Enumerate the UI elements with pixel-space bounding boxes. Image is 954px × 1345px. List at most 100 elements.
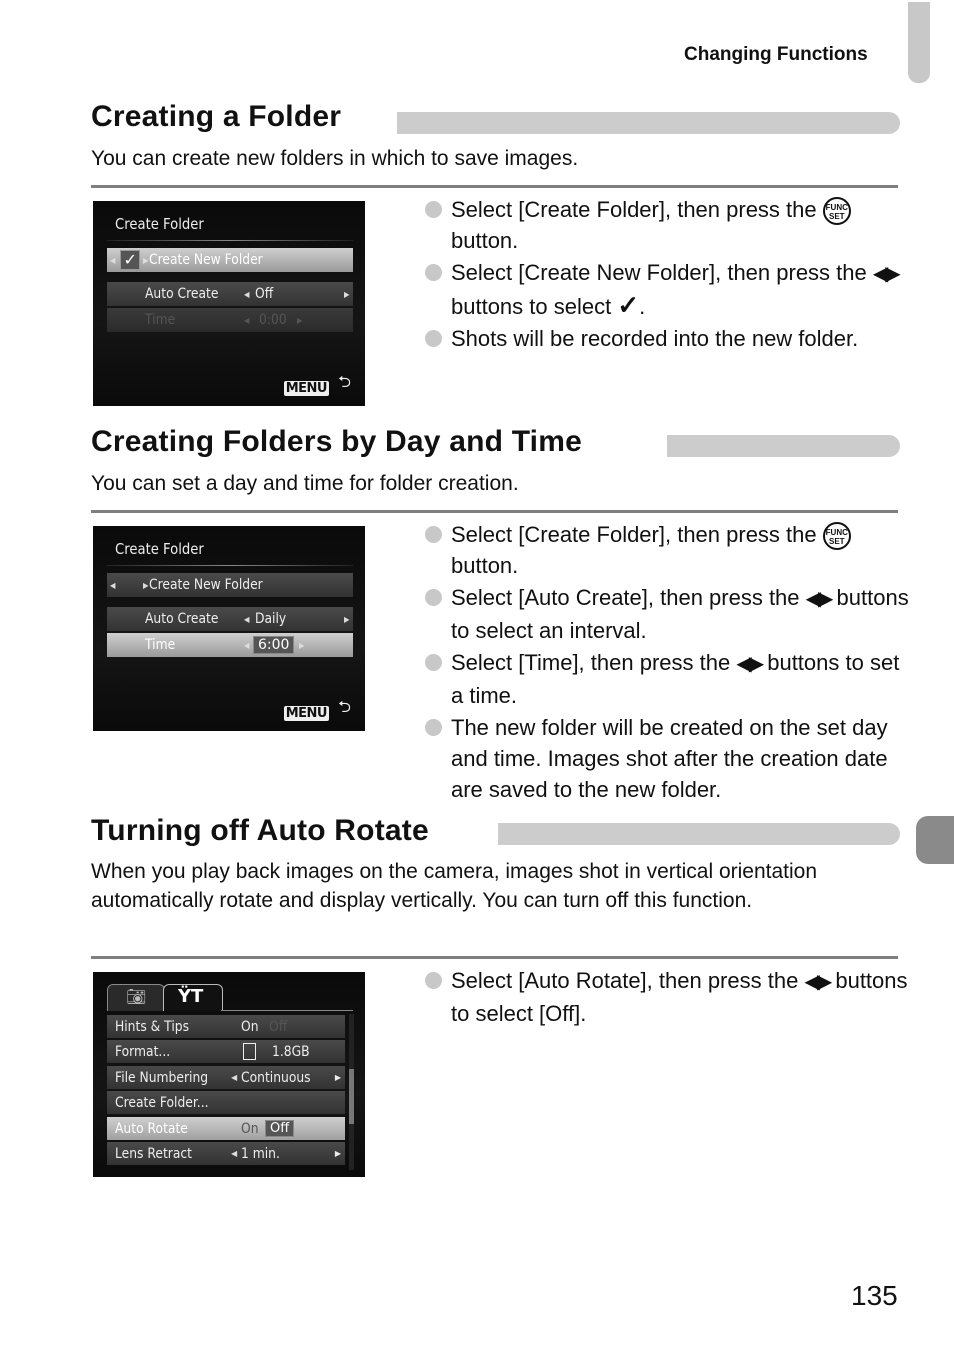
left-arrow-icon: ◀ xyxy=(231,1073,238,1082)
row-label: Create New Folder xyxy=(149,577,264,593)
instruction-item: Select [Create Folder], then press the F… xyxy=(421,194,911,256)
section-divider xyxy=(91,510,898,513)
memory-card-icon xyxy=(243,1043,256,1060)
bullet-icon xyxy=(425,972,442,989)
row-label: Auto Create xyxy=(145,611,219,627)
bullet-icon xyxy=(425,201,442,218)
left-arrow-icon: ◀ xyxy=(231,1149,238,1158)
right-arrow-icon: ▶ xyxy=(297,315,303,325)
bullet-icon xyxy=(425,264,442,282)
left-arrow-icon: ◀ xyxy=(244,640,250,650)
func-set-button-icon: FUNC SET xyxy=(822,522,851,551)
left-right-buttons-icon: ◀▶ xyxy=(736,653,764,676)
settings-row-create-folder: Create Folder... xyxy=(107,1091,345,1114)
screen-row-auto-create: Auto Create ◀ Daily ▶ xyxy=(107,607,353,631)
settings-row-lens-retract: Lens Retract ◀ 1 min. ▶ xyxy=(107,1142,345,1165)
right-arrow-icon: ▶ xyxy=(143,580,149,590)
return-icon: ⮌ xyxy=(338,372,351,391)
bullet-icon xyxy=(425,330,442,348)
left-arrow-icon: ◀ xyxy=(110,255,116,265)
page-number: 135 xyxy=(851,1280,898,1311)
row-value: Off xyxy=(255,286,274,302)
tools-icon: ŸT xyxy=(178,986,204,1007)
instruction-item: Shots will be recorded into the new fold… xyxy=(421,323,911,354)
instruction-item: The new folder will be created on the se… xyxy=(421,712,911,805)
menu-button-icon: MENU xyxy=(283,706,329,721)
right-arrow-icon: ▶ xyxy=(334,1149,341,1158)
section-intro: When you play back images on the camera,… xyxy=(91,860,818,912)
section-title-auto-rotate: Turning off Auto Rotate xyxy=(91,814,429,847)
section-title-bar xyxy=(667,435,900,457)
settings-row-format: Format... 1.8GB xyxy=(107,1040,345,1063)
tab-shooting: 📷︎ xyxy=(107,984,165,1011)
row-label: Auto Create xyxy=(145,286,219,302)
left-right-buttons-icon: ◀▶ xyxy=(804,971,832,993)
screen-title: Create Folder xyxy=(115,215,204,233)
section-divider xyxy=(91,185,898,188)
chapter-index-tab xyxy=(916,816,954,864)
screen-row-create-new-folder: ◀ ✓ ▶ Create New Folder xyxy=(107,248,353,272)
row-value: 0:00 xyxy=(259,312,287,328)
row-label: Time xyxy=(145,312,176,328)
tab-rule xyxy=(221,1010,353,1011)
left-arrow-icon: ◀ xyxy=(244,614,250,624)
row-label: Create New Folder xyxy=(149,252,264,268)
left-right-buttons-icon: ◀▶ xyxy=(805,588,834,611)
section-title-creating-folder: Creating a Folder xyxy=(91,100,342,133)
func-set-button-icon: FUNC SET xyxy=(822,197,851,226)
running-head: Changing Functions xyxy=(684,44,868,65)
section-divider xyxy=(91,956,898,959)
section-title-day-time: Creating Folders by Day and Time xyxy=(91,425,582,458)
camera-icon: 📷︎ xyxy=(126,987,147,1006)
menu-scrollbar xyxy=(349,1014,354,1170)
bullet-icon xyxy=(425,719,442,737)
section-intro: You can set a day and time for folder cr… xyxy=(91,472,519,495)
instruction-item: Select [Auto Rotate], then press the ◀▶ … xyxy=(421,965,911,1029)
checkbox-checked-icon: ✓ xyxy=(120,250,141,270)
settings-row-hints-tips: Hints & Tips On Off xyxy=(107,1015,345,1038)
left-arrow-icon: ◀ xyxy=(110,580,116,590)
tab-settings: ŸT xyxy=(163,984,223,1011)
instruction-list: Select [Create Folder], then press the F… xyxy=(421,194,911,355)
screen-row-time: Time ◀ 0:00 ▶ xyxy=(107,308,353,332)
instruction-item: Select [Auto Create], then press the ◀▶ … xyxy=(421,582,911,646)
right-arrow-icon: ▶ xyxy=(334,1073,341,1082)
screen-title-rule xyxy=(107,240,353,241)
left-arrow-icon: ◀ xyxy=(244,289,250,299)
bullet-icon xyxy=(425,654,442,672)
settings-row-auto-rotate: Auto Rotate On Off xyxy=(107,1117,345,1140)
bullet-icon xyxy=(425,526,442,543)
instruction-list: Select [Create Folder], then press the F… xyxy=(421,519,911,806)
section-title-bar xyxy=(397,112,900,134)
instruction-list: Select [Auto Rotate], then press the ◀▶ … xyxy=(421,965,911,1030)
row-value: Daily xyxy=(255,611,287,627)
camera-screen-settings: 📷︎ ŸT Hints & Tips On Off Format... 1.8G… xyxy=(93,972,365,1177)
camera-screen-create-folder: Create Folder ◀ ✓ ▶ Create New Folder Au… xyxy=(93,201,365,406)
scrollbar-thumb xyxy=(349,1069,354,1124)
right-arrow-icon: ▶ xyxy=(299,640,305,650)
checkmark-icon: ✓ xyxy=(617,290,640,321)
bullet-icon xyxy=(425,589,442,607)
right-arrow-icon: ▶ xyxy=(343,289,350,299)
right-arrow-icon: ▶ xyxy=(143,255,149,265)
section-title-bar xyxy=(498,823,900,845)
left-right-buttons-icon: ◀▶ xyxy=(872,263,901,286)
screen-title-rule xyxy=(107,565,353,566)
instruction-item: Select [Create Folder], then press the F… xyxy=(421,519,911,581)
chapter-thumb-tab xyxy=(908,2,930,83)
right-arrow-icon: ▶ xyxy=(343,614,350,624)
return-icon: ⮌ xyxy=(338,697,351,716)
row-label: Time xyxy=(145,637,176,653)
screen-row-auto-create: Auto Create ◀ Off ▶ xyxy=(107,282,353,306)
instruction-item: Select [Time], then press the ◀▶ buttons… xyxy=(421,647,911,711)
settings-row-file-numbering: File Numbering ◀ Continuous ▶ xyxy=(107,1066,345,1089)
screen-row-time: Time ◀ 6:00 ▶ xyxy=(107,633,353,657)
instruction-item: Select [Create New Folder], then press t… xyxy=(421,257,911,322)
screen-title: Create Folder xyxy=(115,540,204,558)
left-arrow-icon: ◀ xyxy=(244,315,250,325)
row-value: 6:00 xyxy=(253,636,295,654)
camera-screen-day-time: Create Folder ◀ ▶ Create New Folder Auto… xyxy=(93,526,365,731)
section-intro: You can create new folders in which to s… xyxy=(91,147,579,170)
menu-button-icon: MENU xyxy=(283,381,329,396)
screen-row-create-new-folder: ◀ ▶ Create New Folder xyxy=(107,573,353,597)
